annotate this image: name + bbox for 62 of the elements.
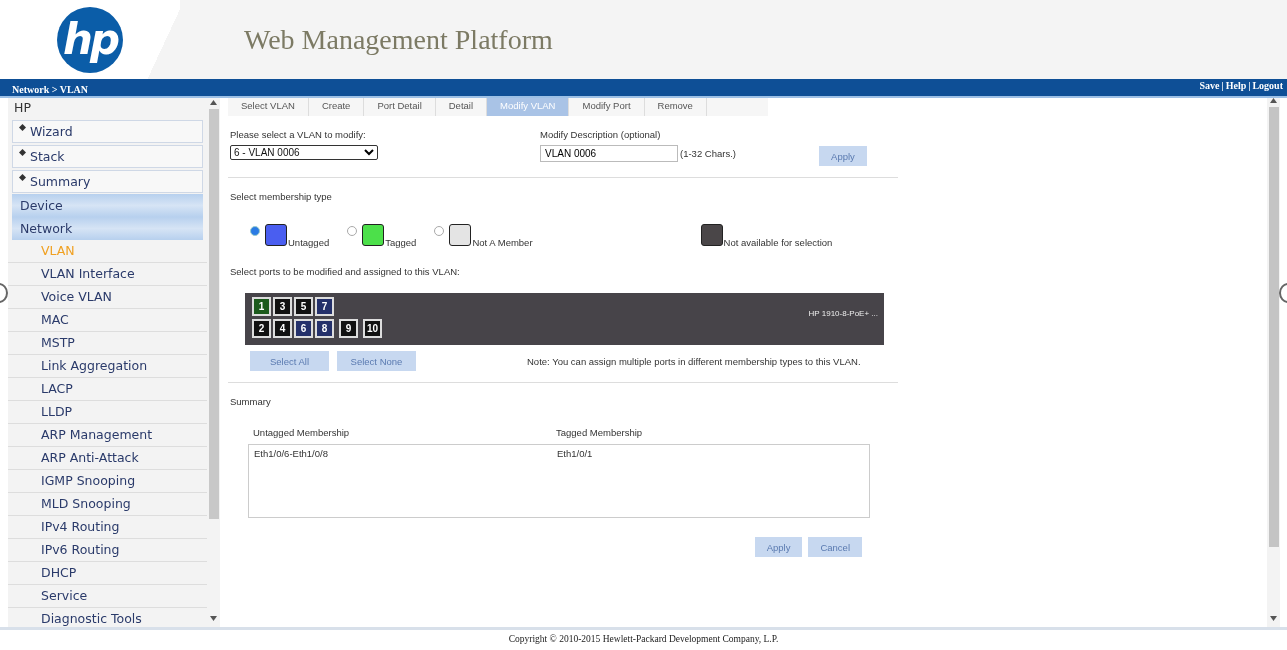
section-label: Summary xyxy=(230,396,272,407)
radio-button[interactable] xyxy=(347,226,358,236)
radio-button[interactable] xyxy=(434,226,445,236)
port[interactable]: 10 xyxy=(363,319,382,338)
header-link[interactable]: Help xyxy=(1225,80,1247,92)
diamond-icon xyxy=(19,174,26,181)
page-title: Web Management Platform xyxy=(244,23,553,56)
breadcrumb: Network > VLAN xyxy=(12,84,89,96)
device-model: HP 1910-8-PoE+ ... xyxy=(808,309,878,318)
sidebar-section[interactable]: Network xyxy=(12,217,203,240)
header-link[interactable]: Logout xyxy=(1252,80,1283,92)
header-link[interactable]: Save xyxy=(1199,80,1220,92)
section-label: Select ports to be modified and assigned to this VLAN: xyxy=(230,266,461,277)
scrollbar[interactable] xyxy=(1267,98,1280,627)
option-label: Tagged xyxy=(385,237,417,248)
field-label: Modify Description (optional) xyxy=(540,129,662,140)
description-field[interactable]: VLAN 0006 xyxy=(540,145,678,162)
port[interactable]: 2 xyxy=(252,319,271,338)
port[interactable]: 3 xyxy=(273,297,292,316)
section-label: Select membership type xyxy=(230,191,333,202)
logo: hp xyxy=(57,6,123,73)
copyright: Copyright © 2010-2015 Hewlett-Packard Development Company, L.P. xyxy=(0,627,1287,650)
scroll-up-icon[interactable] xyxy=(210,100,217,105)
diamond-icon xyxy=(19,149,26,156)
option-label: Untagged xyxy=(288,237,330,248)
tab[interactable]: Port Detail xyxy=(364,98,436,116)
port[interactable]: 8 xyxy=(315,319,334,338)
scroll-down-icon[interactable] xyxy=(210,616,217,621)
tab[interactable]: Create xyxy=(308,98,365,116)
diamond-icon xyxy=(19,124,26,131)
field-label: Please select a VLAN to modify: xyxy=(230,129,367,140)
tab[interactable]: Select VLAN xyxy=(228,98,309,116)
membership-value: Eth1/0/1 xyxy=(557,448,594,461)
item-label: Summary xyxy=(30,174,91,189)
column-header: Untagged Membership xyxy=(253,427,351,438)
item-label: Wizard xyxy=(30,124,73,139)
port[interactable]: 4 xyxy=(273,319,292,338)
note-text: Note: You can assign multiple ports in different membership types to this VLAN. xyxy=(527,355,861,367)
item-label: Stack xyxy=(30,149,65,164)
sidebar-section[interactable]: Device xyxy=(12,194,203,217)
membership-value: Eth1/0/6-Eth1/0/8 xyxy=(254,448,329,461)
sidebar-title: HP xyxy=(13,99,32,117)
port[interactable]: 5 xyxy=(294,297,313,316)
sidebar-item[interactable]: Wizard xyxy=(12,120,203,143)
tab[interactable]: Modify Port xyxy=(569,98,645,116)
port[interactable]: 7 xyxy=(315,297,334,316)
vlan-dropdown[interactable]: 6 - VLAN 0006 xyxy=(230,145,378,160)
separator: | xyxy=(1221,80,1224,92)
option-label: Not A Member xyxy=(472,237,533,248)
column-header: Tagged Membership xyxy=(556,427,644,438)
separator: | xyxy=(1248,80,1251,92)
radio-button[interactable] xyxy=(250,226,260,236)
caret-icon xyxy=(364,149,374,156)
tab[interactable]: Remove xyxy=(644,98,707,116)
port[interactable]: 6 xyxy=(294,319,313,338)
port[interactable]: 9 xyxy=(339,319,358,338)
port[interactable]: 1 xyxy=(252,297,271,316)
scroll-down-icon[interactable] xyxy=(1270,616,1277,621)
sidebar-item[interactable]: Stack xyxy=(12,145,203,168)
field-hint: (1-32 Chars.) xyxy=(680,148,736,159)
sidebar-item[interactable]: Summary xyxy=(12,170,203,193)
legend-label: Not available for selection xyxy=(723,237,833,248)
